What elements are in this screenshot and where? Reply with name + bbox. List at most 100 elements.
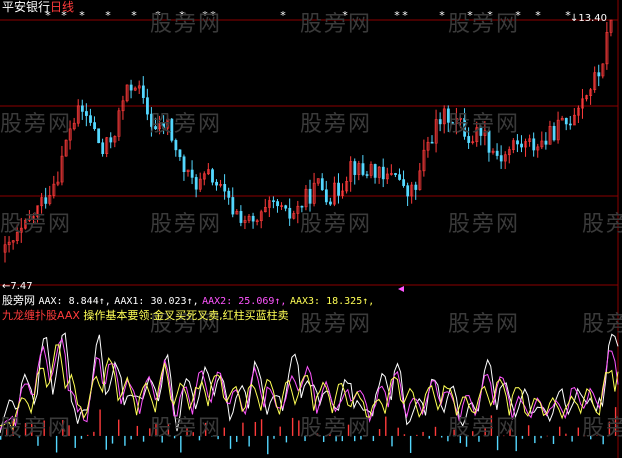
- histogram-bar: [273, 435, 275, 439]
- histogram-bar: [86, 434, 89, 436]
- indicator-legend: 股旁网 AAX: 8.844↑, AAX1: 30.023↑, AAX2: 25…: [2, 294, 374, 308]
- watermark: 股旁网: [300, 12, 373, 37]
- histogram-bar: [105, 435, 107, 450]
- candle-body: [324, 189, 328, 203]
- histogram-bar: [74, 435, 76, 448]
- signal-marker: *: [79, 9, 85, 22]
- signal-marker: *: [535, 9, 541, 22]
- watermark: 股旁网: [300, 212, 373, 237]
- candle-body: [430, 141, 434, 144]
- candle-body: [438, 119, 442, 125]
- watermark: 股旁网: [150, 112, 223, 137]
- candle-body: [320, 178, 324, 191]
- histogram-bar: [242, 422, 244, 436]
- watermark: 股旁网: [448, 312, 521, 337]
- candle-body: [97, 128, 101, 144]
- histogram-bar: [254, 421, 257, 436]
- watermark: 股旁网: [582, 312, 622, 337]
- histogram-bar: [558, 426, 561, 436]
- histogram-bar: [99, 409, 101, 436]
- candle-body: [272, 200, 275, 202]
- aax-readout: AAX: 8.844↑,: [38, 296, 111, 307]
- candle-body: [353, 161, 357, 175]
- candle-body: [520, 143, 523, 148]
- signal-marker: *: [280, 9, 286, 22]
- candle-body: [308, 188, 312, 204]
- signal-marker: *: [439, 9, 445, 22]
- watermark: 股旁网: [0, 212, 73, 237]
- candle-body: [44, 197, 48, 204]
- watermark: 股旁网: [300, 312, 373, 337]
- signal-marker: *: [402, 9, 408, 22]
- candle-body: [564, 117, 568, 125]
- watermark: 股旁网: [0, 112, 73, 137]
- watermark: 股旁网: [448, 12, 521, 37]
- histogram-bar: [397, 427, 399, 436]
- candle-body: [373, 164, 377, 178]
- candle-body: [174, 140, 178, 151]
- candle-body: [109, 137, 113, 143]
- histogram-bar: [391, 435, 393, 447]
- watermark: 股旁网: [0, 416, 73, 441]
- histogram-bar: [552, 435, 555, 444]
- chart-header: 平安银行日线: [2, 1, 74, 14]
- candle-body: [516, 140, 519, 145]
- candle-body: [190, 169, 194, 178]
- histogram-bar: [416, 434, 418, 436]
- candle-body: [227, 190, 231, 198]
- period-label: 日线: [50, 0, 75, 14]
- histogram-bar: [248, 435, 250, 447]
- histogram-bar: [285, 435, 288, 443]
- candle-body: [215, 181, 218, 186]
- histogram-bar: [378, 429, 381, 436]
- trading-hint: 操作基本要领:金叉买死叉卖,红柱买蓝柱卖: [83, 309, 289, 322]
- candle-body: [329, 201, 332, 205]
- security-name: 平安银行: [2, 0, 51, 14]
- aax2-readout: AAX2: 25.069↑,: [202, 296, 287, 307]
- watermark: 股旁网: [582, 416, 622, 441]
- histogram-bar: [540, 435, 542, 439]
- candle-body: [101, 142, 105, 154]
- candle-body: [597, 72, 601, 77]
- candle-body: [93, 122, 96, 130]
- candle-body: [402, 179, 406, 186]
- candle-body: [211, 169, 214, 183]
- histogram-bar: [80, 435, 83, 439]
- candle-body: [414, 184, 418, 190]
- histogram-bar: [111, 435, 114, 444]
- candle-body: [568, 123, 572, 126]
- histogram-bar: [236, 435, 238, 442]
- watermark: 股旁网: [448, 212, 521, 237]
- signal-marker: *: [394, 9, 400, 22]
- watermark: 股旁网: [300, 416, 373, 441]
- candle-body: [251, 215, 255, 222]
- candle-body: [499, 155, 503, 162]
- histogram-bar: [124, 435, 126, 446]
- watermark: 股旁网: [150, 212, 223, 237]
- histogram-bar: [385, 416, 387, 436]
- indicator-site: 股旁网: [2, 294, 35, 307]
- candle-body: [284, 205, 288, 209]
- candle-body: [194, 177, 198, 190]
- histogram-bar: [428, 435, 430, 439]
- histogram-bar: [440, 435, 443, 438]
- histogram-bar: [546, 435, 548, 437]
- price-low-label: ←7.47: [2, 281, 33, 292]
- aax1-readout: AAX1: 30.023↑,: [114, 296, 199, 307]
- histogram-bar: [565, 433, 567, 436]
- histogram-bar: [521, 435, 524, 439]
- histogram-bar: [279, 426, 281, 436]
- watermark: 股旁网: [582, 212, 622, 237]
- candle-body: [495, 150, 499, 156]
- cursor-marker: [398, 286, 404, 292]
- candle-body: [80, 105, 84, 112]
- candle-body: [552, 125, 556, 141]
- watermark: 股旁网: [150, 12, 223, 37]
- histogram-bar: [142, 435, 145, 442]
- histogram-bar: [130, 435, 132, 440]
- histogram-bar: [422, 431, 424, 436]
- histogram-bar: [534, 435, 536, 444]
- candle-body: [337, 182, 340, 196]
- candle-body: [141, 85, 145, 98]
- histogram-bar: [372, 435, 375, 442]
